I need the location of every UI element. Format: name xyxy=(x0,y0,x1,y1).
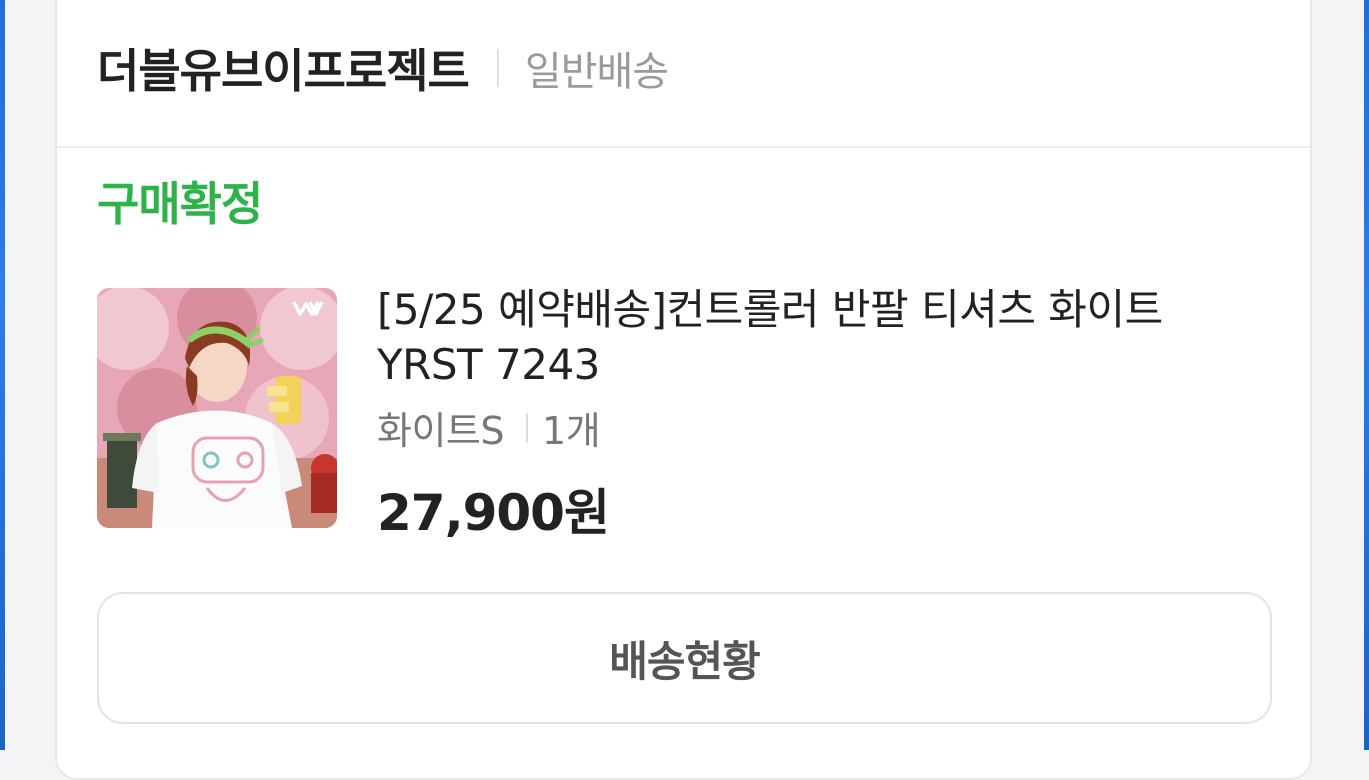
product-option: 화이트S xyxy=(377,409,505,453)
product-name[interactable]: [5/25 예약배송]컨트롤러 반팔 티셔츠 화이트 YRST 7243 xyxy=(377,282,1277,392)
product-option-row: 화이트S 1개 xyxy=(377,400,1277,455)
seller-divider xyxy=(496,49,499,87)
product-thumbnail[interactable] xyxy=(97,288,337,528)
product-price: 27,900원 xyxy=(377,484,610,542)
delivery-type-label: 일반배송 xyxy=(524,49,669,95)
delivery-status-button[interactable]: 배송현황 xyxy=(97,592,1272,724)
seller-header[interactable]: 더블유브이프로젝트 일반배송 xyxy=(97,35,669,101)
product-info: [5/25 예약배송]컨트롤러 반팔 티셔츠 화이트 YRST 7243 화이트… xyxy=(377,282,1277,545)
card-divider xyxy=(57,146,1310,148)
product-quantity: 1개 xyxy=(542,409,601,453)
window-edge-right xyxy=(1364,0,1369,750)
option-divider xyxy=(526,412,529,443)
order-card: 더블유브이프로젝트 일반배송 구매확정 [5/25 예약배송]컨트롤러 반팔 티… xyxy=(55,0,1312,780)
order-status-label: 구매확정 xyxy=(97,177,263,231)
window-edge-left xyxy=(0,0,5,750)
seller-name[interactable]: 더블유브이프로젝트 xyxy=(97,35,470,101)
